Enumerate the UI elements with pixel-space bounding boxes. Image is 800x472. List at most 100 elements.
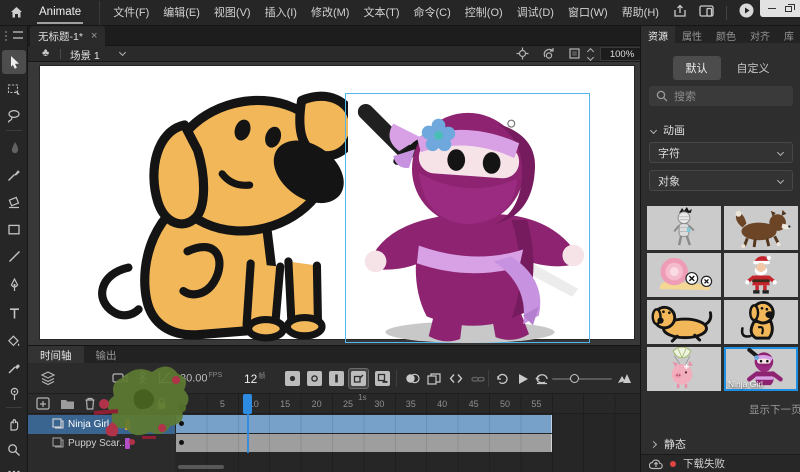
eraser-tool[interactable]	[2, 190, 26, 214]
line-tool[interactable]	[2, 244, 26, 268]
close-icon[interactable]: ×	[91, 31, 97, 41]
link-layers-icon[interactable]	[470, 371, 486, 386]
camera-icon[interactable]	[112, 371, 128, 389]
asset-thumb-mummy[interactable]	[647, 206, 721, 250]
new-folder-icon[interactable]	[60, 397, 75, 415]
menu-item[interactable]: 控制(O)	[458, 1, 510, 25]
playhead[interactable]	[243, 394, 252, 414]
brush-tool[interactable]	[2, 163, 26, 187]
frame-span-puppy[interactable]	[176, 434, 552, 452]
section-static[interactable]: 静态	[651, 436, 686, 452]
new-layer-icon[interactable]	[36, 397, 50, 415]
section-animation[interactable]: 动画	[651, 122, 685, 138]
selection-tool[interactable]	[2, 50, 26, 74]
panel-tab[interactable]: 对齐	[743, 26, 777, 43]
loop-playback-icon[interactable]	[494, 371, 510, 386]
insert-blank-keyframe-button[interactable]	[307, 371, 322, 386]
remove-frames-button[interactable]	[375, 371, 390, 386]
search-input[interactable]: 搜索	[649, 86, 793, 106]
minimize-button[interactable]	[768, 8, 776, 9]
pen-tool[interactable]	[2, 273, 26, 297]
scene-icon[interactable]: ♣	[42, 47, 49, 59]
zoom-tool[interactable]	[2, 438, 26, 462]
panel-grip[interactable]	[5, 31, 7, 41]
insert-frame-button[interactable]	[329, 371, 344, 386]
cloud-download-icon[interactable]	[649, 458, 663, 470]
menu-item[interactable]: 调试(D)	[510, 1, 561, 25]
frame-rate[interactable]: 30.00FPS	[180, 372, 222, 385]
frame-view-options-icon[interactable]	[616, 371, 632, 386]
lock-all-icon[interactable]	[156, 397, 167, 415]
panel-tab[interactable]: 库	[777, 26, 800, 43]
layer-outline-color[interactable]	[125, 419, 130, 430]
menu-item[interactable]: 帮助(H)	[615, 1, 666, 25]
toolbar-menu-icon[interactable]	[13, 31, 23, 39]
tab-timeline[interactable]: 时间轴	[28, 346, 84, 363]
asset-thumb-wolf[interactable]	[724, 206, 798, 250]
current-frame[interactable]: 12帧	[244, 371, 265, 386]
layer-parenting-icon[interactable]	[40, 371, 56, 390]
menu-item[interactable]: 插入(I)	[258, 1, 304, 25]
asset-thumb-ninja-girl[interactable]: Ninja Girl	[724, 347, 798, 391]
paint-bucket-tool[interactable]	[2, 329, 26, 353]
timeline-zoom-slider[interactable]	[552, 378, 612, 380]
tab-output[interactable]: 输出	[84, 346, 129, 363]
layer-row-puppy[interactable]: Puppy Scar...	[28, 434, 175, 453]
zoom-stepper[interactable]	[588, 46, 593, 60]
menu-item[interactable]: 修改(M)	[304, 1, 357, 25]
onion-skin-icon[interactable]	[404, 371, 420, 386]
lasso-tool[interactable]	[2, 104, 26, 128]
menu-item[interactable]: 编辑(E)	[156, 1, 207, 25]
auto-keyframe-toggle[interactable]	[348, 368, 369, 389]
show-next-link[interactable]: 显示下一页	[749, 402, 800, 417]
keyframe-dot[interactable]	[179, 421, 184, 426]
edit-multiple-frames-icon[interactable]	[426, 371, 442, 386]
home-icon[interactable]	[10, 6, 23, 19]
asset-thumb-santa[interactable]	[724, 253, 798, 297]
stage[interactable]	[40, 66, 634, 339]
timeline-horizontal-scrollbar[interactable]	[178, 465, 224, 469]
menu-item[interactable]: 命令(C)	[407, 1, 458, 25]
frame-span-ninja-girl[interactable]	[176, 415, 552, 433]
asset-thumb-pig-parachute[interactable]	[647, 347, 721, 391]
restore-button[interactable]	[785, 6, 792, 12]
characters-dropdown[interactable]: 字符	[649, 142, 793, 163]
rig-mapping-icon[interactable]	[136, 371, 149, 390]
graph-editor-icon[interactable]	[158, 371, 172, 389]
scene-name[interactable]: 场景 1	[70, 48, 100, 63]
keyframe-dot[interactable]	[179, 440, 184, 445]
layer-outline-color[interactable]	[125, 438, 130, 449]
insert-keyframe-button[interactable]	[285, 371, 300, 386]
slider-knob[interactable]	[570, 374, 579, 383]
eyedropper-tool[interactable]	[2, 356, 26, 380]
panel-tab[interactable]: 属性	[675, 26, 709, 43]
menu-item[interactable]: 文本(T)	[356, 1, 406, 25]
panel-tab[interactable]: 颜色	[709, 26, 743, 43]
hand-tool[interactable]	[2, 412, 26, 436]
panel-tab[interactable]: 资源	[641, 26, 675, 43]
document-tab[interactable]: 无标题-1* ×	[30, 26, 105, 46]
play-button[interactable]	[515, 371, 531, 386]
default-button[interactable]: 默认	[673, 56, 721, 80]
puppy-character[interactable]	[80, 74, 348, 344]
onion-skin-outlines-icon[interactable]	[448, 371, 464, 386]
menu-item[interactable]: 窗口(W)	[561, 1, 615, 25]
asset-thumb-snail[interactable]	[647, 253, 721, 297]
scene-chevron-icon[interactable]	[119, 49, 126, 56]
subselection-tool[interactable]	[2, 78, 26, 102]
fluid-brush-tool[interactable]	[2, 136, 26, 160]
rewind-button[interactable]	[534, 371, 550, 386]
zoom-level-select[interactable]: 100%	[600, 47, 644, 61]
asset-thumb-puppy-lying[interactable]	[647, 300, 721, 344]
show-hide-all-icon[interactable]	[134, 397, 149, 415]
menu-item[interactable]: 视图(V)	[207, 1, 258, 25]
pasteboard[interactable]	[28, 62, 640, 345]
asset-warp-tool[interactable]	[2, 382, 26, 406]
custom-button[interactable]: 自定义	[737, 60, 770, 76]
text-tool[interactable]	[2, 301, 26, 325]
menu-item[interactable]: 文件(F)	[106, 1, 156, 25]
share-icon[interactable]	[673, 4, 687, 23]
rectangle-tool[interactable]	[2, 217, 26, 241]
more-tools-icon[interactable]	[2, 460, 26, 472]
delete-layer-icon[interactable]	[84, 397, 96, 415]
